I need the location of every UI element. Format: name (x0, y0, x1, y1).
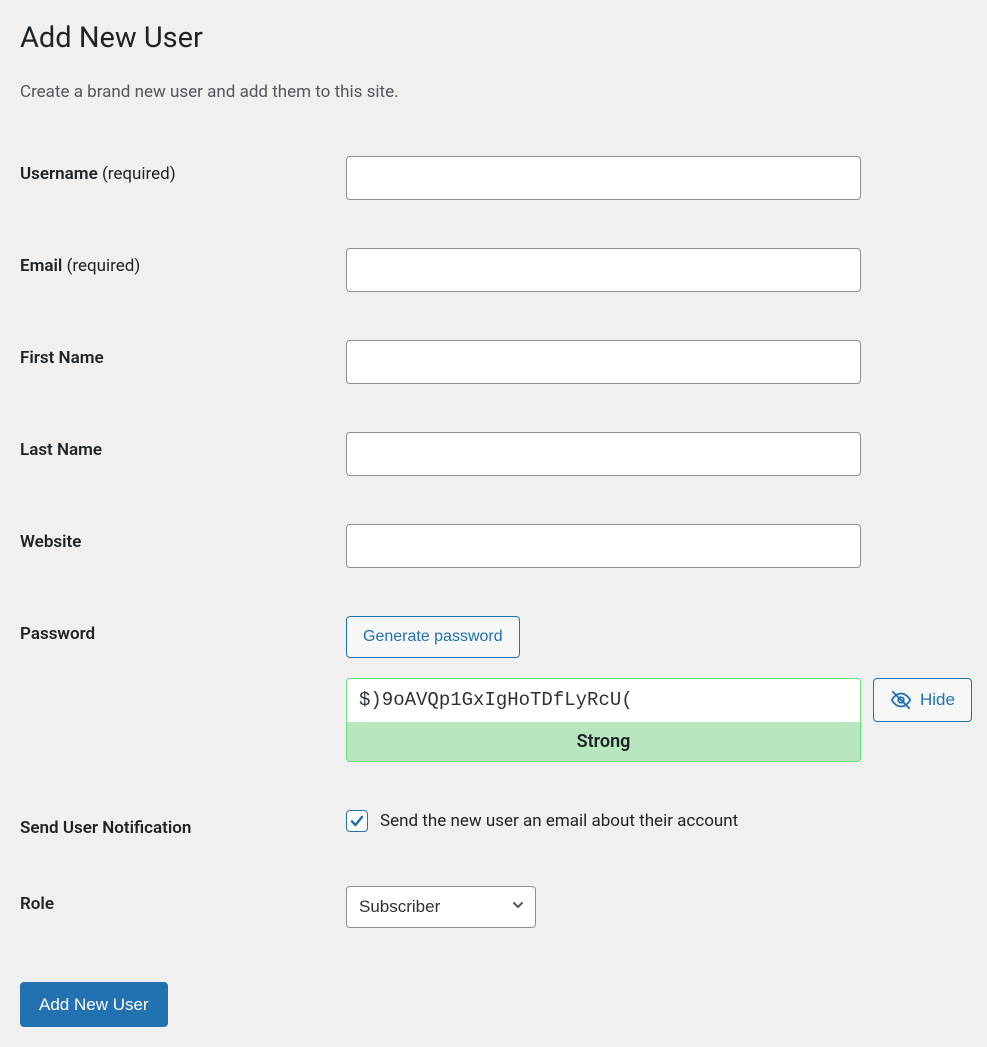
add-new-user-button[interactable]: Add New User (20, 982, 168, 1028)
last-name-label: Last Name (20, 432, 346, 460)
generate-password-button[interactable]: Generate password (346, 616, 520, 658)
username-input[interactable] (346, 156, 861, 200)
email-row: Email (required) (20, 224, 967, 316)
first-name-row: First Name (20, 316, 967, 408)
add-user-form: Username (required) Email (required) Fir… (20, 132, 967, 952)
first-name-label: First Name (20, 340, 346, 368)
page-description: Create a brand new user and add them to … (20, 82, 967, 102)
website-input[interactable] (346, 524, 861, 568)
role-label: Role (20, 886, 346, 914)
send-notification-label: Send the new user an email about their a… (380, 811, 738, 831)
website-row: Website (20, 500, 967, 592)
username-row: Username (required) (20, 132, 967, 224)
send-notification-checkbox[interactable] (346, 810, 368, 832)
hide-password-button[interactable]: Hide (873, 678, 972, 722)
hide-password-label: Hide (920, 690, 955, 710)
username-label: Username (required) (20, 156, 346, 184)
page-title: Add New User (20, 20, 967, 58)
role-select[interactable]: Subscriber (346, 886, 536, 928)
email-input[interactable] (346, 248, 861, 292)
password-label: Password (20, 616, 346, 644)
last-name-input[interactable] (346, 432, 861, 476)
password-row: Password Generate password Strong (20, 592, 967, 786)
eye-slash-icon (890, 689, 912, 711)
notification-row: Send User Notification Send the new user… (20, 786, 967, 862)
website-label: Website (20, 524, 346, 552)
last-name-row: Last Name (20, 408, 967, 500)
password-input[interactable] (346, 678, 861, 722)
password-strength-indicator: Strong (346, 722, 861, 762)
first-name-input[interactable] (346, 340, 861, 384)
notification-label: Send User Notification (20, 810, 346, 838)
email-label: Email (required) (20, 248, 346, 276)
role-row: Role Subscriber (20, 862, 967, 952)
